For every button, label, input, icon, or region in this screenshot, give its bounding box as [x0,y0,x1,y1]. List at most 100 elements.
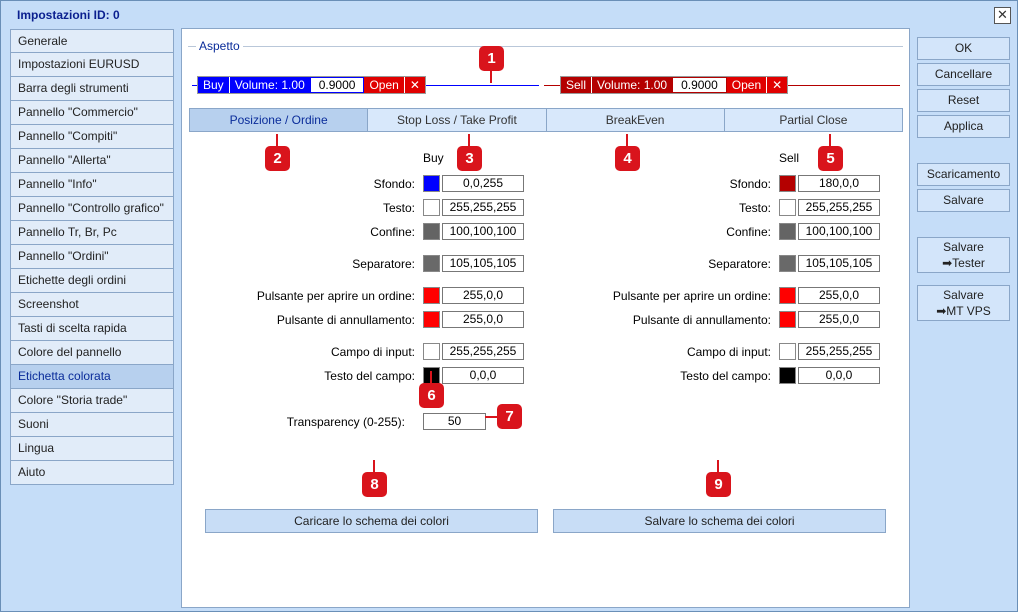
buy-preview-volume: Volume: 1.00 [228,77,310,93]
sidebar-item[interactable]: Pannello "Commercio" [10,101,174,125]
tab-stop-loss-take-profit[interactable]: Stop Loss / Take Profit [368,108,547,132]
buy-preview-price: 0.9000 [310,78,364,92]
sidebar-item[interactable]: Pannello "Compiti" [10,125,174,149]
sidebar-item[interactable]: Lingua [10,437,174,461]
callout-badge-4: 4 [615,146,640,171]
sell-confine-label: Confine: [726,225,771,239]
save-tester-button[interactable]: Salvare ➡Tester [917,237,1010,273]
callout-pointer [829,134,831,146]
callout-badge-8: 8 [362,472,387,497]
buy-testo_campo-label: Testo del campo: [324,369,415,383]
save-button[interactable]: Salvare [917,189,1010,212]
sell-campo-color-swatch[interactable] [779,343,796,360]
buy-testo-label: Testo: [382,201,415,215]
sell-sfondo-color-swatch[interactable] [779,175,796,192]
sell-sfondo-input[interactable]: 180,0,0 [798,175,880,192]
buy-pulsante_ann-input[interactable]: 255,0,0 [442,311,524,328]
transparency-input[interactable]: 50 [423,413,486,430]
buy-testo-color-swatch[interactable] [423,199,440,216]
buy-campo-input[interactable]: 255,255,255 [442,343,524,360]
save-color-scheme-button[interactable]: Salvare lo schema dei colori [553,509,886,533]
sidebar-item[interactable]: Pannello "Controllo grafico" [10,197,174,221]
sell-pulsante_ann-input[interactable]: 255,0,0 [798,311,880,328]
sidebar-item[interactable]: Screenshot [10,293,174,317]
buy-pulsante_apri-color-swatch[interactable] [423,287,440,304]
tab-bar: Posizione / Ordine Stop Loss / Take Prof… [189,108,903,132]
sell-testo-input[interactable]: 255,255,255 [798,199,880,216]
sidebar-item[interactable]: Pannello "Allerta" [10,149,174,173]
tab-breakeven[interactable]: BreakEven [546,108,725,132]
buy-preview-cancel-icon: ✕ [403,77,425,93]
sell-testo_campo-color-swatch[interactable] [779,367,796,384]
sidebar-item[interactable]: Etichetta colorata [10,365,174,389]
reset-button[interactable]: Reset [917,89,1010,112]
sidebar-item[interactable]: Impostazioni EURUSD [10,53,174,77]
buy-sfondo-color-swatch[interactable] [423,175,440,192]
callout-pointer [626,134,628,146]
buy-separatore-color-swatch[interactable] [423,255,440,272]
buy-campo-color-swatch[interactable] [423,343,440,360]
callout-badge-5: 5 [818,146,843,171]
apply-button[interactable]: Applica [917,115,1010,138]
tab-position-order[interactable]: Posizione / Ordine [189,108,369,132]
window-title: Impostazioni ID: 0 [17,8,120,22]
sell-campo-input[interactable]: 255,255,255 [798,343,880,360]
sell-separatore-input[interactable]: 105,105,105 [798,255,880,272]
sidebar-item[interactable]: Colore del pannello [10,341,174,365]
sidebar-item[interactable]: Tasti di scelta rapida [10,317,174,341]
save-tester-label: Salvare [943,240,984,254]
sell-sfondo-label: Sfondo: [729,177,771,191]
callout-pointer [430,371,432,383]
download-button[interactable]: Scaricamento [917,163,1010,186]
sell-testo_campo-label: Testo del campo: [680,369,771,383]
callout-pointer [717,460,719,472]
sell-confine-color-swatch[interactable] [779,223,796,240]
cancel-button[interactable]: Cancellare [917,63,1010,86]
sell-separatore-color-swatch[interactable] [779,255,796,272]
sidebar-item[interactable]: Etichette degli ordini [10,269,174,293]
buy-confine-color-swatch[interactable] [423,223,440,240]
sell-pulsante_apri-color-swatch[interactable] [779,287,796,304]
buy-pulsante_apri-label: Pulsante per aprire un ordine: [256,289,415,303]
sidebar-item[interactable]: Pannello "Info" [10,173,174,197]
sell-pulsante_apri-input[interactable]: 255,0,0 [798,287,880,304]
save-tester-sublabel: ➡Tester [942,256,985,270]
sell-separatore-label: Separatore: [708,257,771,271]
buy-pulsante_apri-input[interactable]: 255,0,0 [442,287,524,304]
callout-pointer [490,71,492,83]
save-vps-button[interactable]: Salvare ➡MT VPS [917,285,1010,321]
buy-preview-label: Buy Volume: 1.00 0.9000 Open ✕ [197,76,426,94]
sidebar-item[interactable]: Barra degli strumenti [10,77,174,101]
callout-badge-9: 9 [706,472,731,497]
buy-testo-input[interactable]: 255,255,255 [442,199,524,216]
sell-pulsante_ann-color-swatch[interactable] [779,311,796,328]
buy-separatore-input[interactable]: 105,105,105 [442,255,524,272]
sidebar-item[interactable]: Pannello Tr, Br, Pc [10,221,174,245]
sidebar-item[interactable]: Suoni [10,413,174,437]
sidebar-item[interactable]: Pannello "Ordini" [10,245,174,269]
sell-testo_campo-input[interactable]: 0,0,0 [798,367,880,384]
callout-badge-6: 6 [419,383,444,408]
ok-button[interactable]: OK [917,37,1010,60]
callout-badge-3: 3 [457,146,482,171]
load-color-scheme-button[interactable]: Caricare lo schema dei colori [205,509,538,533]
buy-confine-input[interactable]: 100,100,100 [442,223,524,240]
sidebar-item[interactable]: Colore "Storia trade" [10,389,174,413]
sell-preview-cancel-icon: ✕ [766,77,788,93]
sell-preview-label: Sell Volume: 1.00 0.9000 Open ✕ [560,76,789,94]
sidebar-item[interactable]: Aiuto [10,461,174,485]
sell-testo-color-swatch[interactable] [779,199,796,216]
buy-testo_campo-input[interactable]: 0,0,0 [442,367,524,384]
sidebar-item[interactable]: Generale [10,29,174,53]
sell-confine-input[interactable]: 100,100,100 [798,223,880,240]
save-vps-label: Salvare [943,288,984,302]
close-icon[interactable]: ✕ [994,7,1011,24]
buy-sfondo-label: Sfondo: [373,177,415,191]
tab-partial-close[interactable]: Partial Close [724,108,903,132]
section-title: Aspetto [196,39,243,53]
buy-sfondo-input[interactable]: 0,0,255 [442,175,524,192]
buy-separatore-label: Separatore: [352,257,415,271]
buy-pulsante_ann-color-swatch[interactable] [423,311,440,328]
transparency-label: Transparency (0-255): [286,415,405,429]
sell-preview-open-button: Open [726,77,767,93]
